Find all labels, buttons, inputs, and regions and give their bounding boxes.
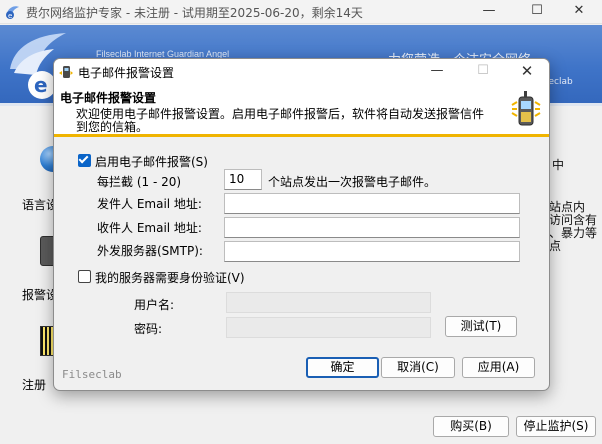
sender-email-label: 发件人 Email 地址: (97, 197, 202, 211)
stop-monitor-button[interactable]: 停止监护(S) (516, 416, 596, 437)
minimize-button[interactable]: — (466, 0, 512, 24)
status-text: 点 (549, 239, 562, 253)
svg-text:e: e (34, 73, 48, 97)
password-input (226, 317, 431, 338)
buy-button[interactable]: 购买(B) (433, 416, 509, 437)
dialog-titlebar: 电子邮件报警设置 — ☐ ✕ (54, 59, 549, 85)
smtp-server-label: 外发服务器(SMTP): (97, 244, 203, 258)
interval-suffix-label: 个站点发出一次报警电子邮件。 (268, 175, 437, 189)
svg-text:e: e (8, 12, 12, 20)
require-auth-label[interactable]: 我的服务器需要身份验证(V) (95, 269, 245, 286)
dialog-header: 电子邮件报警设置 欢迎使用电子邮件报警设置。启用电子邮件报警后，软件将自动发送报… (54, 85, 549, 137)
dialog-close-button[interactable]: ✕ (504, 59, 549, 85)
dialog-header-title: 电子邮件报警设置 (60, 91, 157, 105)
dialog-header-description: 到您的信箱。 (76, 120, 149, 134)
test-button[interactable]: 测试(T) (445, 316, 517, 337)
phone-alarm-icon (59, 66, 73, 78)
dialog-title: 电子邮件报警设置 (78, 66, 175, 80)
recipient-email-label: 收件人 Email 地址: (97, 221, 202, 235)
require-auth-checkbox[interactable] (78, 270, 91, 283)
username-input (226, 292, 431, 313)
apply-button[interactable]: 应用(A) (462, 357, 535, 378)
cancel-button[interactable]: 取消(C) (381, 357, 455, 378)
enable-email-checkbox[interactable] (78, 153, 91, 167)
status-text: 中 (552, 158, 565, 172)
recipient-email-input[interactable] (224, 217, 520, 238)
app-logo-icon: e (6, 6, 19, 20)
dialog-maximize-button: ☐ (477, 63, 489, 78)
smtp-server-input[interactable] (224, 241, 520, 262)
close-button[interactable]: ✕ (556, 0, 602, 24)
maximize-button[interactable]: ☐ (514, 0, 560, 24)
interval-input[interactable]: 10 (224, 169, 262, 190)
sender-email-input[interactable] (224, 193, 520, 214)
ok-button[interactable]: 确定 (306, 357, 379, 378)
mobile-phone-alarm-icon (511, 91, 541, 126)
window-title: 费尔网络监护专家 - 未注册 - 试用期至2025-06-20，剩余14天 (26, 6, 363, 20)
sidebar-item-register[interactable]: 注册 (22, 376, 46, 393)
email-alarm-dialog: 电子邮件报警设置 — ☐ ✕ 电子邮件报警设置 欢迎使用电子邮件报警设置。启用电… (53, 58, 550, 391)
enable-email-label[interactable]: 启用电子邮件报警(S) (95, 153, 208, 170)
password-label: 密码: (134, 322, 163, 336)
main-titlebar: e 费尔网络监护专家 - 未注册 - 试用期至2025-06-20，剩余14天 … (0, 0, 602, 24)
interval-label: 每拦截 (1 - 20) (97, 175, 182, 189)
username-label: 用户名: (134, 298, 175, 312)
dialog-minimize-button[interactable]: — (414, 59, 460, 85)
dialog-brand-watermark: Filseclab (62, 368, 122, 381)
